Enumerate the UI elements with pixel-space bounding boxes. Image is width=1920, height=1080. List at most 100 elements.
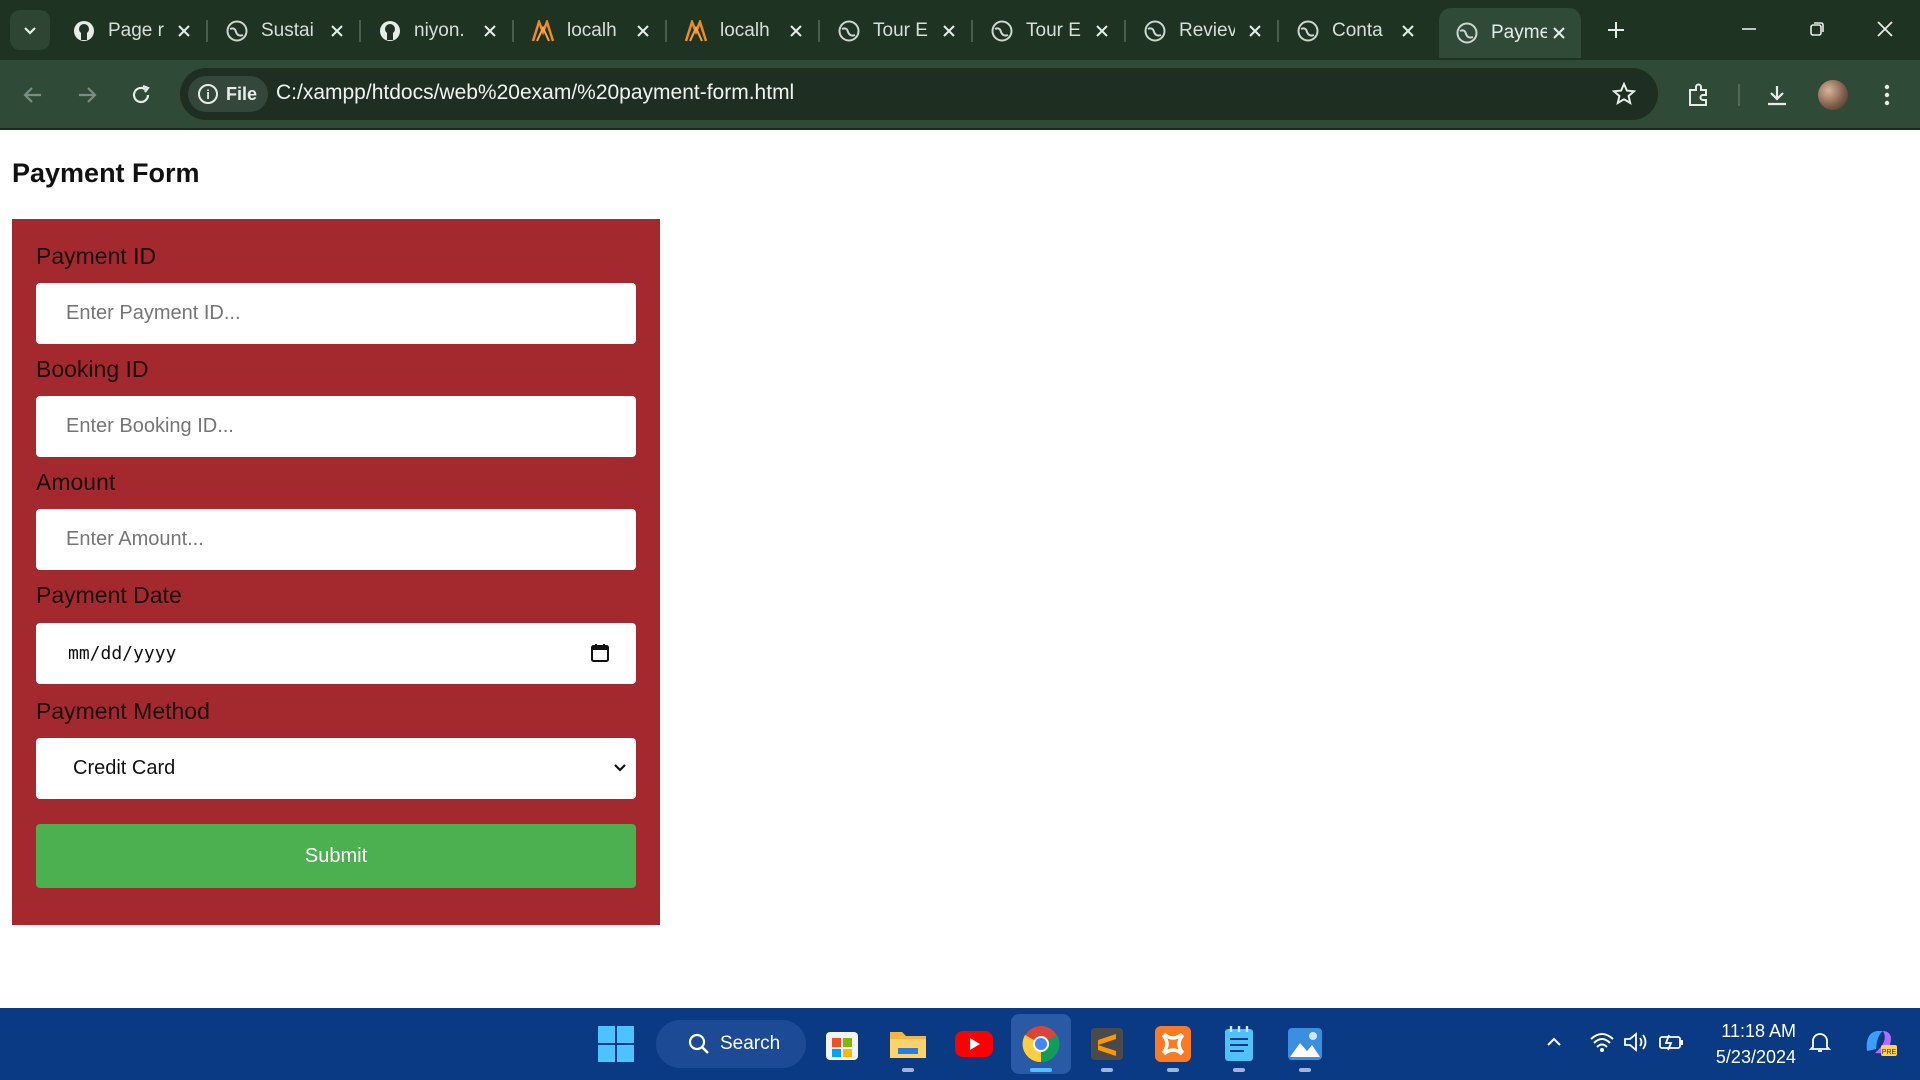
close-window-button[interactable]	[1870, 14, 1900, 44]
copilot-icon[interactable]: PRE	[1860, 1028, 1900, 1056]
payment-method-value: Credit Card	[73, 757, 176, 779]
address-bar[interactable]: i File C:/xampp/htdocs/web%20exam/%20pay…	[180, 68, 1658, 120]
globe-icon	[837, 19, 861, 43]
extensions-button[interactable]	[1682, 78, 1716, 112]
chevron-down-icon	[24, 27, 36, 35]
wifi-icon[interactable]	[1588, 1028, 1616, 1056]
info-icon: i	[198, 84, 218, 104]
payment-id-input[interactable]: Enter Payment ID...	[36, 283, 636, 344]
payment-date-input[interactable]: mm/dd/yyyy	[36, 623, 636, 684]
puzzle-icon	[1689, 83, 1707, 106]
payment-method-label: Payment Method	[36, 698, 210, 724]
tab-6[interactable]: Tour E	[821, 10, 973, 52]
github-icon	[72, 19, 96, 43]
globe-icon	[1296, 19, 1320, 43]
restore-icon	[1810, 22, 1824, 36]
close-icon[interactable]	[327, 21, 347, 41]
xampp-icon	[531, 19, 555, 43]
notifications-icon[interactable]	[1806, 1028, 1834, 1056]
tab-strip: Page r Sustai niyon. localh localh Tour …	[0, 0, 1920, 60]
close-icon[interactable]	[1092, 21, 1112, 41]
site-info-chip[interactable]: i File	[188, 76, 268, 112]
tab-search-button[interactable]	[10, 10, 50, 50]
windows-logo-icon	[598, 1026, 634, 1062]
chrome-icon[interactable]	[1019, 1022, 1063, 1066]
globe-icon	[1143, 19, 1167, 43]
profile-avatar[interactable]	[1818, 80, 1848, 110]
payment-method-select[interactable]: Credit Card	[36, 738, 636, 799]
notepad-icon[interactable]	[1217, 1022, 1261, 1066]
plus-icon	[1608, 22, 1624, 38]
page-title: Payment Form	[12, 158, 200, 188]
kebab-menu-icon	[1884, 84, 1890, 106]
globe-icon	[225, 19, 249, 43]
youtube-icon[interactable]	[952, 1022, 996, 1066]
tab-7[interactable]: Tour E	[974, 10, 1126, 52]
start-button[interactable]	[594, 1022, 638, 1066]
new-tab-button[interactable]	[1600, 14, 1632, 46]
close-icon[interactable]	[1549, 23, 1569, 43]
tab-title: localh	[567, 20, 617, 41]
xampp-icon	[684, 19, 708, 43]
minimize-button[interactable]	[1734, 14, 1764, 44]
tab-title: Tour E	[873, 20, 928, 41]
tab-title: Reviev	[1179, 20, 1235, 41]
taskbar-search[interactable]: Search	[656, 1020, 806, 1068]
tab-payment-form-active[interactable]: Payme	[1439, 8, 1581, 58]
photos-icon[interactable]	[1283, 1022, 1327, 1066]
close-icon[interactable]	[1398, 21, 1418, 41]
system-clock[interactable]: 11:18 AM 5/23/2024	[1700, 1018, 1796, 1070]
svg-text:PRE: PRE	[1882, 1049, 1897, 1056]
chevron-down-icon	[608, 756, 632, 780]
menu-button[interactable]	[1870, 78, 1904, 112]
close-icon[interactable]	[480, 21, 500, 41]
close-icon[interactable]	[1245, 21, 1265, 41]
reload-icon	[132, 84, 150, 104]
battery-icon[interactable]	[1658, 1028, 1686, 1056]
close-icon[interactable]	[633, 21, 653, 41]
tab-5[interactable]: localh	[668, 10, 820, 52]
payment-date-label: Payment Date	[36, 582, 182, 608]
close-icon[interactable]	[786, 21, 806, 41]
tab-title: localh	[720, 20, 770, 41]
globe-icon	[990, 19, 1014, 43]
tab-2[interactable]: Sustai	[209, 10, 361, 52]
file-explorer-icon[interactable]	[886, 1022, 930, 1066]
tab-title: Conta	[1332, 20, 1383, 41]
tab-title: Payme	[1491, 22, 1547, 43]
minimize-icon	[1742, 28, 1756, 30]
url-text[interactable]: C:/xampp/htdocs/web%20exam/%20payment-fo…	[276, 81, 794, 105]
payment-id-label: Payment ID	[36, 243, 157, 269]
microsoft-store-icon[interactable]	[820, 1022, 864, 1066]
tab-3[interactable]: niyon.	[362, 10, 514, 52]
downloads-button[interactable]	[1760, 78, 1794, 112]
volume-icon[interactable]	[1622, 1028, 1650, 1056]
globe-icon	[1455, 21, 1479, 45]
sublime-text-icon[interactable]	[1085, 1022, 1129, 1066]
amount-label: Amount	[36, 469, 116, 495]
chevron-up-icon[interactable]	[1540, 1028, 1568, 1056]
amount-input[interactable]: Enter Amount...	[36, 509, 636, 570]
date-placeholder: mm/dd/yyyy	[68, 643, 177, 664]
search-icon	[688, 1033, 709, 1054]
tab-title: Page r	[108, 20, 164, 41]
search-label: Search	[720, 1033, 781, 1054]
booking-id-input[interactable]: Enter Booking ID...	[36, 396, 636, 457]
calendar-icon[interactable]	[588, 641, 612, 665]
tab-4[interactable]: localh	[515, 10, 667, 52]
forward-button[interactable]	[70, 78, 104, 112]
restore-button[interactable]	[1802, 14, 1832, 44]
tab-1[interactable]: Page r	[56, 10, 208, 52]
close-icon[interactable]	[939, 21, 959, 41]
bookmark-star-icon[interactable]	[1610, 80, 1638, 108]
tab-8[interactable]: Reviev	[1127, 10, 1279, 52]
xampp-icon[interactable]	[1151, 1022, 1195, 1066]
clock-date: 5/23/2024	[1715, 1047, 1796, 1067]
arrow-left-icon	[23, 87, 41, 103]
reload-button[interactable]	[124, 78, 158, 112]
close-icon[interactable]	[174, 21, 194, 41]
submit-button[interactable]: Submit	[36, 824, 636, 888]
browser-toolbar: i File C:/xampp/htdocs/web%20exam/%20pay…	[0, 60, 1920, 130]
tab-9[interactable]: Conta	[1280, 10, 1430, 52]
back-button[interactable]	[16, 78, 50, 112]
